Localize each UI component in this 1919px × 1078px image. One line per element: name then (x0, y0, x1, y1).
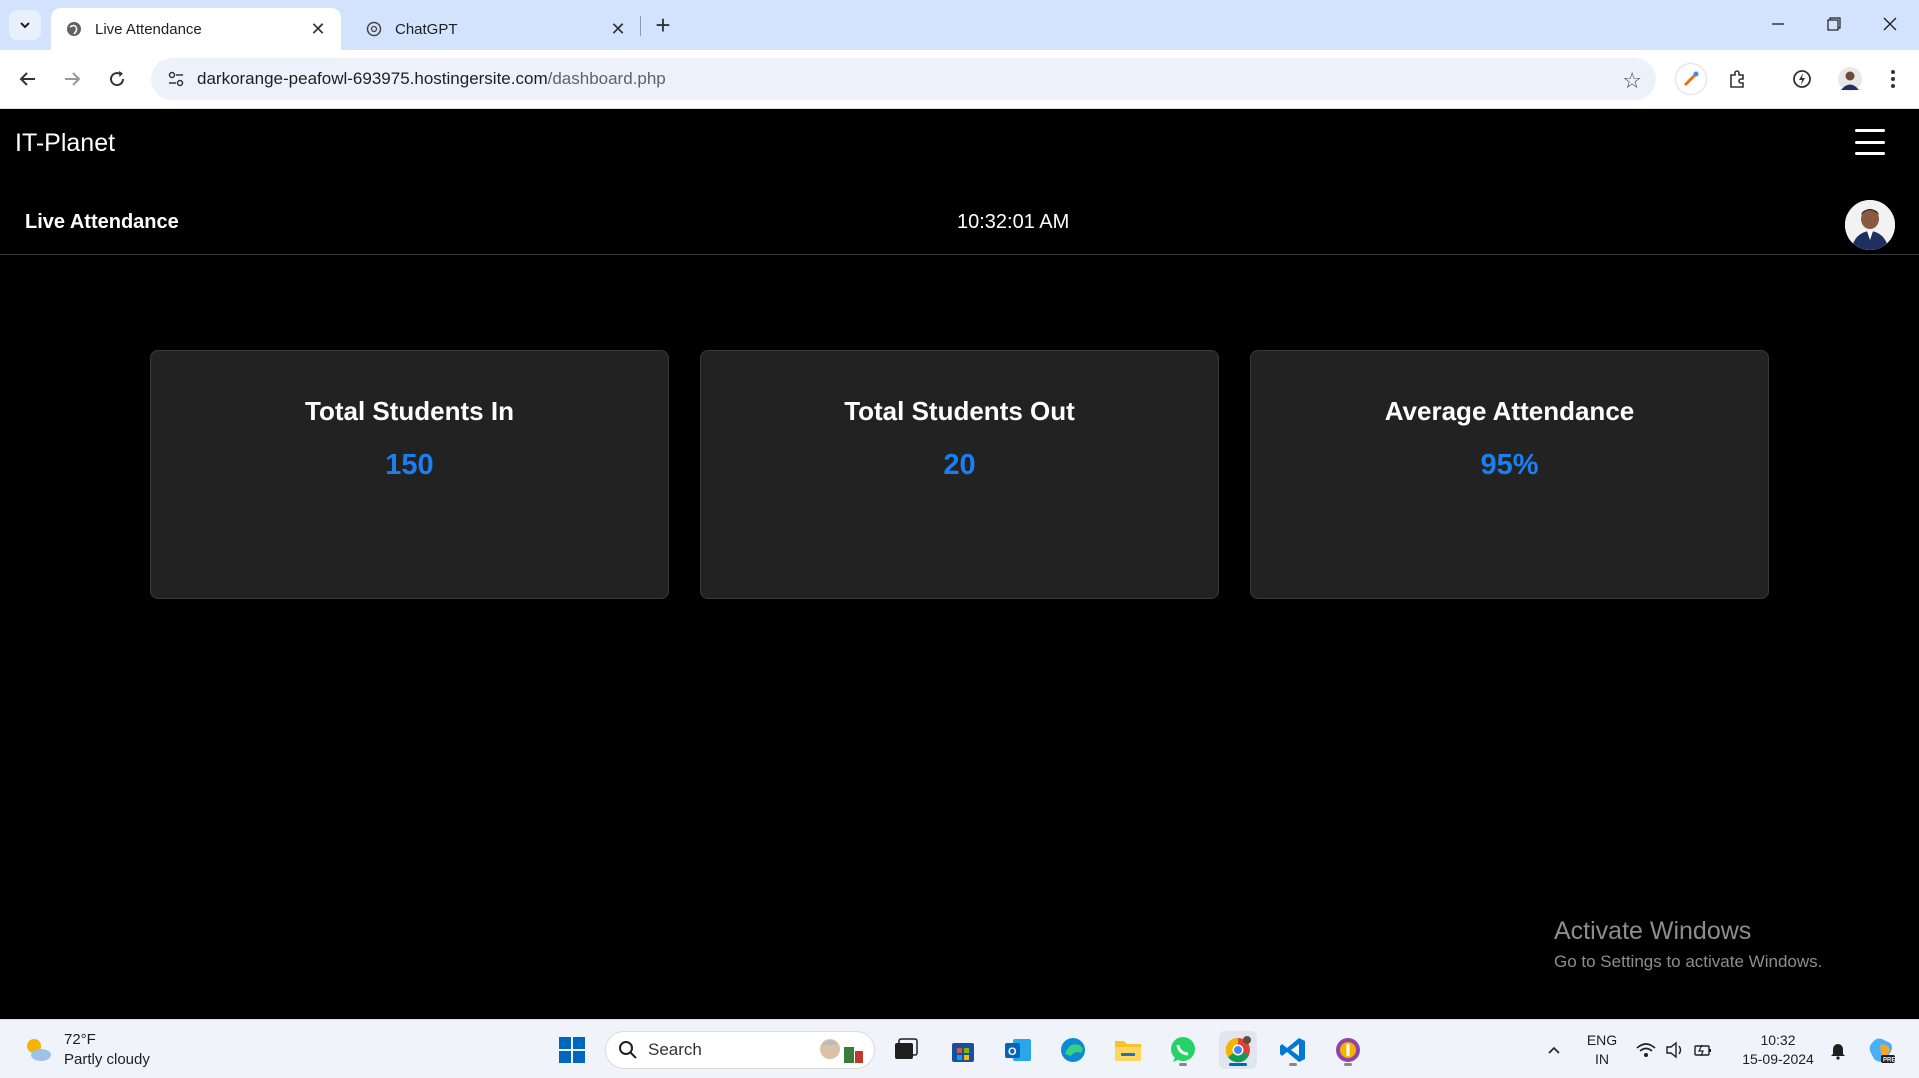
window-close-button[interactable] (1870, 8, 1910, 40)
quick-settings-tray[interactable] (1629, 1031, 1719, 1069)
vscode-icon[interactable] (1274, 1031, 1312, 1069)
file-explorer-icon[interactable] (1109, 1031, 1147, 1069)
brand-logo[interactable]: IT-Planet (15, 129, 115, 158)
wifi-icon (1636, 1043, 1656, 1057)
running-indicator-active (1229, 1063, 1247, 1066)
user-avatar[interactable] (1845, 200, 1895, 250)
stat-card-students-in: Total Students In 150 (150, 350, 669, 599)
outlook-icon[interactable]: O (999, 1031, 1037, 1069)
close-icon[interactable]: ✕ (307, 18, 329, 40)
card-value: 150 (385, 449, 434, 481)
more-vert-icon[interactable] (1878, 64, 1908, 94)
site-settings-icon[interactable] (165, 68, 187, 90)
region-code: IN (1595, 1051, 1609, 1067)
notification-bell-icon[interactable] (1819, 1031, 1857, 1069)
card-value: 95% (1480, 449, 1539, 481)
close-icon[interactable]: ✕ (607, 18, 629, 40)
arrow-right-icon (65, 72, 81, 86)
address-bar[interactable]: darkorange-peafowl-693975.hostingersite.… (151, 58, 1656, 100)
arrow-left-icon (19, 72, 35, 86)
taskbar-search[interactable]: Search (605, 1031, 875, 1069)
search-icon (619, 1041, 637, 1059)
task-view-icon[interactable] (887, 1031, 925, 1069)
subheader: Live Attendance 10:32:01 AM (0, 193, 1919, 255)
tab-title: Live Attendance (95, 20, 202, 38)
chrome-icon[interactable] (1219, 1031, 1257, 1069)
minimize-icon (1772, 23, 1784, 25)
profile-avatar-icon[interactable] (1835, 64, 1865, 94)
url-path: /dashboard.php (547, 69, 666, 88)
brave-like-app-icon[interactable] (1329, 1031, 1367, 1069)
running-indicator (1289, 1063, 1297, 1066)
reload-button[interactable] (102, 64, 132, 94)
stat-card-students-out: Total Students Out 20 (700, 350, 1219, 599)
card-value: 20 (943, 449, 976, 481)
weather-text: 72°F Partly cloudy (64, 1030, 150, 1070)
taskbar-date: 15-09-2024 (1742, 1051, 1814, 1067)
watermark-subtitle: Go to Settings to activate Windows. (1554, 952, 1823, 971)
input-language-indicator[interactable]: ENG IN (1585, 1031, 1619, 1069)
url-text: darkorange-peafowl-693975.hostingersite.… (197, 69, 666, 89)
restore-button[interactable] (1814, 8, 1854, 40)
copilot-icon[interactable]: PRE (1862, 1031, 1900, 1069)
restore-icon (1827, 17, 1841, 31)
svg-text:PRE: PRE (1883, 1058, 1895, 1064)
weather-widget[interactable]: 72°F Partly cloudy (22, 1030, 150, 1070)
edge-icon[interactable] (1054, 1031, 1092, 1069)
bookmark-star-icon[interactable]: ☆ (1622, 68, 1642, 94)
windows-taskbar: 72°F Partly cloudy Search O ENG IN 10:32… (0, 1019, 1919, 1078)
card-title: Total Students Out (844, 396, 1075, 426)
hamburger-bar (1855, 152, 1885, 155)
activate-windows-watermark: Activate Windows Go to Settings to activ… (1554, 917, 1822, 972)
extension-color-icon[interactable] (1676, 64, 1706, 94)
browser-toolbar: darkorange-peafowl-693975.hostingersite.… (0, 50, 1919, 109)
running-indicator (1344, 1063, 1352, 1066)
back-button[interactable] (13, 64, 43, 94)
extensions-puzzle-icon[interactable] (1722, 64, 1752, 94)
hamburger-bar (1855, 129, 1885, 132)
dashboard-page: IT-Planet Live Attendance 10:32:01 AM To… (0, 109, 1919, 1019)
card-title: Total Students In (305, 396, 514, 426)
chevron-down-icon (20, 22, 30, 29)
weather-temp: 72°F (64, 1031, 96, 1048)
stat-card-average-attendance: Average Attendance 95% (1250, 350, 1769, 599)
search-highlight-icon (820, 1039, 863, 1063)
hamburger-bar (1855, 140, 1885, 144)
chatgpt-icon (365, 20, 383, 38)
page-title: Live Attendance (25, 211, 179, 233)
language-code: ENG (1586, 1032, 1618, 1048)
partly-cloudy-icon (27, 1039, 51, 1061)
tab-search-button[interactable] (9, 10, 41, 40)
new-tab-button[interactable]: + (650, 10, 676, 40)
taskbar-time: 10:32 (1760, 1032, 1796, 1048)
forward-button[interactable] (57, 64, 87, 94)
windows-logo-icon (559, 1037, 585, 1063)
weather-desc: Partly cloudy (64, 1051, 150, 1068)
taskbar-clock[interactable]: 10:32 15-09-2024 (1733, 1031, 1823, 1069)
url-host: darkorange-peafowl-693975.hostingersite.… (197, 69, 548, 88)
performance-icon[interactable] (1787, 64, 1817, 94)
tab-separator (640, 16, 641, 36)
tab-title: ChatGPT (395, 20, 458, 38)
tab-live-attendance[interactable]: Live Attendance ✕ (51, 8, 341, 50)
windows-start-button[interactable] (553, 1031, 591, 1069)
running-indicator (1179, 1063, 1187, 1066)
svg-text:O: O (1008, 1046, 1017, 1058)
search-label: Search (648, 1040, 702, 1059)
card-title: Average Attendance (1384, 396, 1635, 426)
show-hidden-icons-chevron-up-icon[interactable] (1535, 1031, 1573, 1069)
volume-icon (1666, 1041, 1682, 1059)
globe-icon (65, 20, 83, 38)
watermark-title: Activate Windows (1554, 917, 1752, 945)
live-clock: 10:32:01 AM (957, 211, 1070, 233)
browser-tab-bar: Live Attendance ✕ ChatGPT ✕ + (0, 0, 1919, 50)
tab-chatgpt[interactable]: ChatGPT ✕ (351, 8, 641, 50)
whatsapp-icon[interactable] (1164, 1031, 1202, 1069)
hamburger-menu-icon[interactable] (1855, 129, 1885, 155)
microsoft-store-icon[interactable] (944, 1031, 982, 1069)
close-icon (1883, 17, 1897, 31)
minimize-button[interactable] (1758, 8, 1798, 40)
battery-icon (1694, 1044, 1711, 1057)
reload-icon (110, 71, 125, 87)
